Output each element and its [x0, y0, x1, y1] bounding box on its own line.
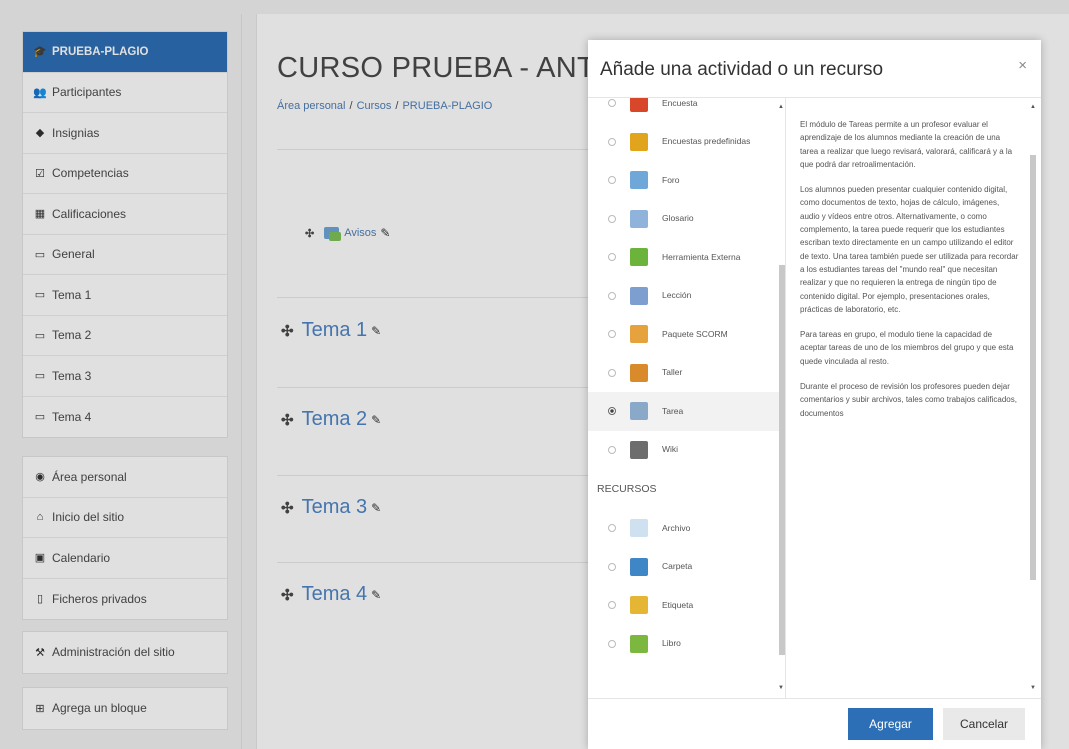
- assignment-icon: [630, 402, 648, 421]
- module-option[interactable]: Encuesta: [588, 98, 785, 123]
- resources-section-header: RECURSOS: [597, 483, 657, 495]
- radio-button[interactable]: [608, 176, 616, 185]
- module-option-label: Archivo: [662, 522, 691, 533]
- scroll-up-icon[interactable]: ▲: [778, 104, 784, 110]
- module-option[interactable]: Herramienta Externa: [588, 238, 785, 277]
- module-option[interactable]: Carpeta: [588, 548, 785, 587]
- radio-button[interactable]: [608, 524, 616, 533]
- module-option[interactable]: Lección: [588, 277, 785, 316]
- module-help-text: El módulo de Tareas permite a un profeso…: [800, 118, 1020, 696]
- radio-button[interactable]: [608, 99, 616, 108]
- chart-icon: [630, 132, 648, 151]
- dialog-header: Añade una actividad o un recurso ×: [588, 40, 1041, 98]
- cancel-button[interactable]: Cancelar: [943, 708, 1025, 740]
- radio-button[interactable]: [608, 253, 616, 262]
- radio-button[interactable]: [608, 330, 616, 339]
- folder-icon: [630, 557, 648, 576]
- survey-icon: [630, 98, 648, 113]
- module-option-label: Libro: [662, 638, 681, 649]
- dialog-footer: Agregar Cancelar: [588, 698, 1041, 749]
- radio-button[interactable]: [608, 407, 616, 416]
- wiki-icon: [630, 440, 648, 459]
- forum-icon: [630, 171, 648, 190]
- module-option-label: Etiqueta: [662, 599, 694, 610]
- help-paragraph: Para tareas en grupo, el modulo tiene la…: [800, 330, 1014, 366]
- module-option-label: Lección: [662, 290, 692, 301]
- radio-button[interactable]: [608, 137, 616, 146]
- help-paragraph: Los alumnos pueden presentar cualquier c…: [800, 185, 1019, 314]
- scroll-down-icon[interactable]: ▼: [778, 685, 784, 691]
- close-icon[interactable]: ×: [1018, 57, 1027, 74]
- module-option[interactable]: Libro: [588, 625, 785, 664]
- radio-button[interactable]: [608, 601, 616, 610]
- module-option-label: Foro: [662, 174, 680, 185]
- module-option[interactable]: Paquete SCORM: [588, 315, 785, 354]
- module-option-label: Carpeta: [662, 561, 693, 572]
- module-option-label: Encuesta: [662, 98, 698, 108]
- module-option-label: Herramienta Externa: [662, 251, 741, 262]
- options-scrollbar[interactable]: [779, 265, 785, 655]
- book-icon: [630, 634, 648, 653]
- tag-icon: [630, 596, 648, 615]
- help-scrollbar[interactable]: [1030, 155, 1036, 580]
- glossary-icon: [630, 209, 648, 228]
- add-button[interactable]: Agregar: [848, 708, 933, 740]
- scroll-down-icon[interactable]: ▼: [1030, 685, 1036, 691]
- radio-button[interactable]: [608, 368, 616, 377]
- module-option-label: Paquete SCORM: [662, 328, 728, 339]
- module-options-list[interactable]: Encuesta Encuestas predefinidas Foro Glosar…: [588, 98, 786, 698]
- options-scroll-content: Encuesta Encuestas predefinidas Foro Glosar…: [588, 98, 785, 663]
- module-option[interactable]: Glosario: [588, 200, 785, 239]
- file-icon: [630, 519, 648, 538]
- module-option[interactable]: Etiqueta: [588, 586, 785, 625]
- module-option-label: Encuestas predefinidas: [662, 136, 751, 147]
- scroll-up-icon[interactable]: ▲: [1030, 104, 1036, 110]
- module-option-label: Tarea: [662, 405, 684, 416]
- radio-button[interactable]: [608, 639, 616, 648]
- lesson-icon: [630, 286, 648, 305]
- dialog-title: Añade una actividad o un recurso: [600, 59, 884, 80]
- radio-button[interactable]: [608, 214, 616, 223]
- activity-chooser-dialog: Añade una actividad o un recurso × Encue…: [588, 40, 1041, 749]
- module-option-label: Taller: [662, 367, 683, 378]
- scorm-icon: [630, 325, 648, 344]
- module-option-label: Wiki: [662, 444, 679, 455]
- module-option[interactable]: Tarea: [588, 392, 785, 431]
- module-option-label: Glosario: [662, 213, 694, 224]
- help-paragraph: El módulo de Tareas permite a un profeso…: [800, 120, 1013, 169]
- module-option[interactable]: Taller: [588, 354, 785, 393]
- module-option[interactable]: Foro: [588, 161, 785, 200]
- puzzle-icon: [630, 248, 648, 267]
- module-option[interactable]: Archivo: [588, 509, 785, 548]
- workshop-icon: [630, 363, 648, 382]
- radio-button[interactable]: [608, 445, 616, 454]
- help-paragraph: Durante el proceso de revisión los profe…: [800, 382, 1017, 418]
- module-option[interactable]: Wiki: [588, 431, 785, 470]
- radio-button[interactable]: [608, 291, 616, 300]
- radio-button[interactable]: [608, 562, 616, 571]
- module-option[interactable]: Encuestas predefinidas: [588, 123, 785, 162]
